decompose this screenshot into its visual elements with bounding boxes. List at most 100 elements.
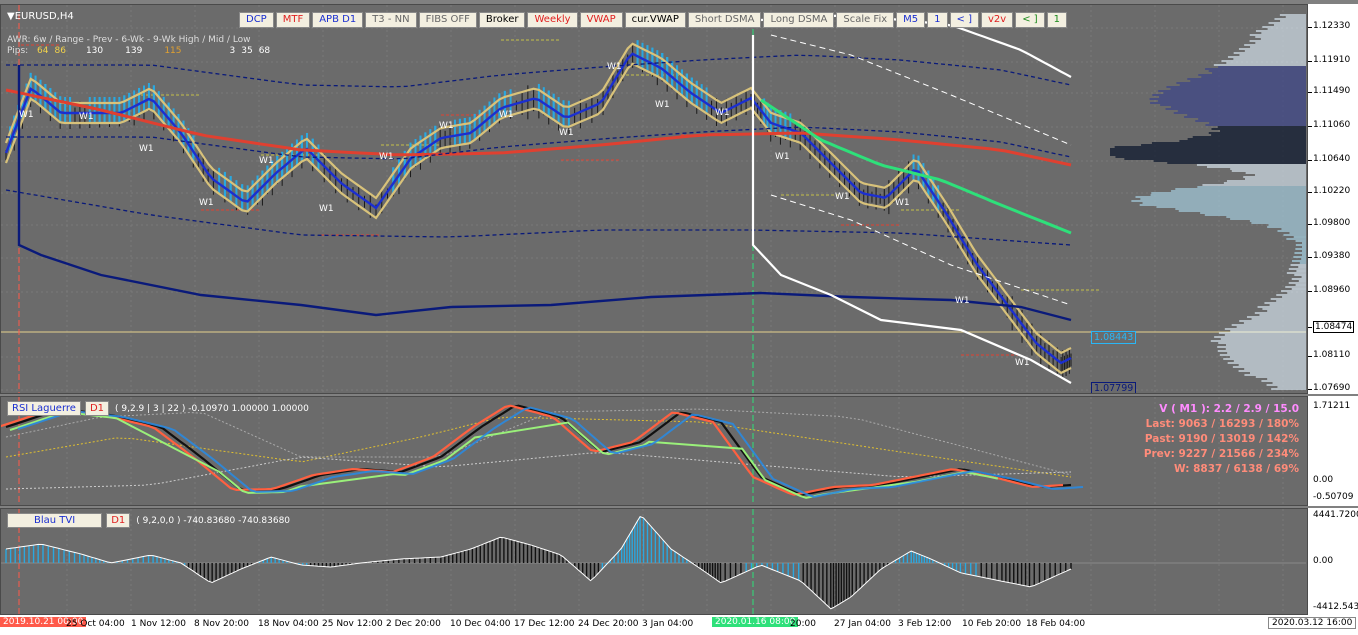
price-tick-label: 1.07690 bbox=[1313, 383, 1351, 393]
toolbar-button-cur-vwap-8[interactable]: cur.VWAP bbox=[624, 12, 686, 28]
price-tick bbox=[1308, 356, 1312, 357]
tvi-name[interactable]: Blau TVI bbox=[7, 513, 103, 528]
toolbar-button---14[interactable]: < ] bbox=[949, 12, 979, 28]
pips-value: 68 bbox=[258, 46, 271, 56]
price-tick-label: 1.09800 bbox=[1313, 218, 1351, 228]
toolbar-button-fibs-off-4[interactable]: FIBS OFF bbox=[418, 12, 477, 28]
week-marker: W1 bbox=[259, 156, 274, 166]
price-tick-label: 1.08474 bbox=[1313, 321, 1355, 333]
time-axis[interactable]: 2019.10.21 00:00 2020.01.16 08:00 2020.0… bbox=[0, 615, 1358, 635]
time-end-highlight: 2020.03.12 16:00 bbox=[1268, 617, 1357, 629]
pips-value: 3 bbox=[229, 46, 236, 56]
toolbar-button-apb-d1-2[interactable]: APB D1 bbox=[312, 12, 364, 28]
vstat-prev: Prev: 9227 / 21566 / 234% bbox=[1143, 448, 1299, 460]
toolbar-button-v2v-15[interactable]: v2v bbox=[981, 12, 1014, 28]
price-tick bbox=[1308, 61, 1312, 62]
volume-stats: V ( M1 ): 2.2 / 2.9 / 15.0 Last: 9063 / … bbox=[1144, 402, 1299, 477]
price-tick-label: 1.09380 bbox=[1313, 251, 1351, 261]
rsi-axis[interactable]: 1.71211 0.00 -0.50709 bbox=[1308, 396, 1358, 506]
week-marker: W1 bbox=[79, 112, 94, 122]
tvi-axis-max: 4441.7200 bbox=[1313, 510, 1358, 520]
week-marker: W1 bbox=[895, 198, 910, 208]
tvi-timeframe[interactable]: D1 bbox=[106, 513, 131, 528]
pips-value: 115 bbox=[164, 46, 182, 56]
envelope-upper bbox=[4, 42, 1072, 355]
lower-band-line bbox=[5, 189, 1072, 246]
rsi-signal-blue bbox=[17, 406, 1084, 498]
green-ma-line bbox=[760, 98, 1072, 235]
upper-band-line bbox=[6, 54, 1072, 88]
price-tick bbox=[1308, 160, 1312, 161]
price-tick bbox=[1308, 291, 1312, 292]
price-tick-label: 1.11490 bbox=[1313, 86, 1351, 96]
week-marker: W1 bbox=[439, 121, 454, 131]
time-tick-label: 27 Jan 04:00 bbox=[834, 619, 891, 629]
toolbar-button-long-dsma-10[interactable]: Long DSMA bbox=[763, 12, 835, 28]
price-tick bbox=[1308, 389, 1312, 390]
time-tick-label: 18 Feb 04:00 bbox=[1026, 619, 1086, 629]
toolbar-button-broker-5[interactable]: Broker bbox=[478, 12, 526, 28]
tvi-header: Blau TVI D1 ( 9,2,0,0 ) -740.83680 -740.… bbox=[7, 513, 290, 528]
price-tick-label: 1.10220 bbox=[1313, 186, 1351, 196]
time-tick-label: 8 Nov 20:00 bbox=[194, 619, 249, 629]
pips-values: 64 86 130 139 115 3 35 68 bbox=[31, 46, 270, 57]
time-tick-label: 3 Feb 12:00 bbox=[898, 619, 952, 629]
pips-value: 139 bbox=[125, 46, 143, 56]
rsi-timeframe[interactable]: D1 bbox=[84, 401, 110, 416]
toolbar-button-vwap-7[interactable]: VWAP bbox=[579, 12, 623, 28]
pips-label: Pips: bbox=[7, 46, 29, 56]
toolbar-button-mtf-1[interactable]: MTF bbox=[275, 12, 311, 28]
awr-info: AWR: 6w / Range - Prev - 6-Wk - 9-Wk Hig… bbox=[7, 35, 270, 57]
time-tick-label: 17 Dec 12:00 bbox=[514, 619, 575, 629]
rsi-name[interactable]: RSI Laguerre bbox=[7, 401, 81, 416]
time-tick-label: 2 Dec 20:00 bbox=[386, 619, 441, 629]
toolbar-button---16[interactable]: < ] bbox=[1015, 12, 1045, 28]
price-tick-label: 1.10640 bbox=[1313, 154, 1351, 164]
price-tick bbox=[1308, 92, 1312, 93]
time-tick-label: 25 Oct 04:00 bbox=[66, 619, 125, 629]
pips-value: 86 bbox=[54, 46, 66, 56]
toolbar-button-scale-fix-11[interactable]: Scale Fix bbox=[836, 12, 895, 28]
toolbar-button-1-13[interactable]: 1 bbox=[927, 12, 948, 28]
rsi-header: RSI Laguerre D1 ( 9,2.9 | 3 | 22 ) -0.10… bbox=[7, 401, 309, 416]
price-label-lower: 1.07799 bbox=[1091, 382, 1137, 393]
envelope-lower bbox=[4, 62, 1072, 375]
toolbar-button-m5-12[interactable]: M5 bbox=[896, 12, 926, 28]
toolbar-button-short-dsma-9[interactable]: Short DSMA bbox=[687, 12, 762, 28]
week-marker: W1 bbox=[499, 110, 514, 120]
mid-band-line bbox=[6, 126, 1072, 160]
week-marker: W1 bbox=[1015, 358, 1030, 368]
rsi-axis-min: -0.50709 bbox=[1313, 492, 1354, 502]
main-chart-pane[interactable]: W1 W1 W1 W1 W1 W1 W1 W1 W1 W1 W1 W1 W1 W1 W1 W1 W1 W1 ▼EU… bbox=[0, 4, 1308, 394]
week-marker: W1 bbox=[775, 152, 790, 162]
toolbar-button-t3-nn-3[interactable]: T3 - NN bbox=[365, 12, 417, 28]
awr-pips-row: Pips: 64 86 130 139 115 3 35 68 bbox=[7, 46, 270, 57]
rsi-axis-zero: 0.00 bbox=[1313, 475, 1334, 485]
rsi-outer-band bbox=[5, 408, 1072, 476]
week-marker: W1 bbox=[559, 128, 574, 138]
price-tick bbox=[1308, 192, 1312, 193]
week-marker: W1 bbox=[19, 110, 34, 120]
price-axis[interactable]: 1.12330 1.11910 1.11490 1.11060 1.10640 1.102… bbox=[1308, 4, 1358, 394]
toolbar-button-weekly-6[interactable]: Weekly bbox=[527, 12, 578, 28]
symbol-label: ▼EURUSD,H4 bbox=[7, 11, 74, 22]
price-tick bbox=[1308, 224, 1312, 225]
rsi-upper-band bbox=[5, 416, 1072, 478]
pips-value: 64 bbox=[37, 46, 49, 56]
price-tick bbox=[1308, 257, 1312, 258]
blau-tvi-pane[interactable]: Blau TVI D1 ( 9,2,0,0 ) -740.83680 -740.… bbox=[0, 508, 1308, 615]
pips-value: 35 bbox=[241, 46, 253, 56]
price-tick bbox=[1308, 27, 1312, 28]
week-marker: W1 bbox=[319, 204, 334, 214]
week-marker: W1 bbox=[607, 62, 622, 72]
rsi-laguerre-pane[interactable]: RSI Laguerre D1 ( 9,2.9 | 3 | 22 ) -0.10… bbox=[0, 396, 1308, 506]
toolbar-button-dcp-0[interactable]: DCP bbox=[239, 12, 274, 28]
tvi-axis[interactable]: 4441.7200 0.00 -4412.5431 bbox=[1308, 508, 1358, 615]
tvi-axis-zero: 0.00 bbox=[1313, 556, 1334, 566]
time-tick-label: 24 Dec 20:00 bbox=[578, 619, 639, 629]
time-tick-label: 10 Feb 20:00 bbox=[962, 619, 1022, 629]
price-tick-label: 1.08110 bbox=[1313, 350, 1351, 360]
toolbar-button-1-17[interactable]: 1 bbox=[1046, 12, 1068, 28]
price-tick bbox=[1308, 327, 1312, 328]
vstat-past: Past: 9190 / 13019 / 142% bbox=[1144, 433, 1299, 445]
